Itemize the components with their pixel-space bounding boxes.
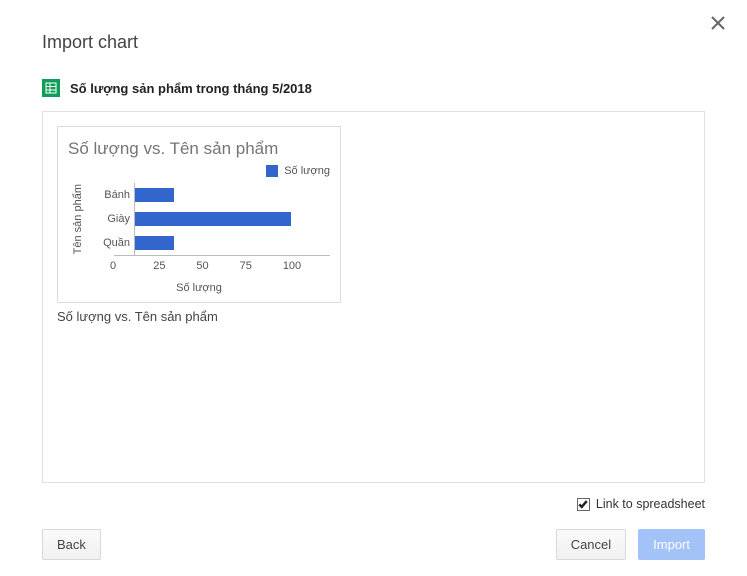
bar-category-label: Bánh (88, 189, 134, 201)
bar-fill (135, 188, 174, 202)
link-checkbox[interactable] (577, 498, 590, 511)
chart-legend: Số lượng (68, 165, 330, 177)
spreadsheet-header: Số lượng sản phẩm trong tháng 5/2018 (42, 79, 705, 97)
link-to-spreadsheet-row: Link to spreadsheet (42, 497, 705, 511)
bar-track (134, 207, 330, 231)
legend-swatch-icon (266, 165, 278, 177)
x-tick: 50 (196, 260, 243, 272)
bar-row: Giày (88, 207, 330, 231)
import-chart-dialog: Import chart Số lượng sản phẩm trong thá… (0, 0, 747, 576)
back-button[interactable]: Back (42, 529, 101, 560)
chart-preview-area: Số lượng vs. Tên sản phẩm Số lượng Tên s… (42, 111, 705, 483)
legend-label: Số lượng (284, 165, 330, 177)
bars-zone: Bánh Giày Quần (88, 183, 330, 255)
bar-fill (135, 236, 174, 250)
link-checkbox-label: Link to spreadsheet (596, 497, 705, 511)
close-icon[interactable] (711, 16, 725, 35)
bar-row: Bánh (88, 183, 330, 207)
import-button[interactable]: Import (638, 529, 705, 560)
x-tick: 75 (240, 260, 287, 272)
chart-title: Số lượng vs. Tên sản phẩm (68, 139, 330, 159)
x-tick: 100 (283, 260, 330, 272)
bar-category-label: Giày (88, 213, 134, 225)
x-tick: 0 (110, 260, 157, 272)
chart-plot: Tên sản phẩm Bánh Giày Quần (68, 183, 330, 255)
cancel-button[interactable]: Cancel (556, 529, 626, 560)
x-axis-label: Số lượng (68, 282, 330, 294)
bar-fill (135, 212, 291, 226)
sheets-icon (42, 79, 60, 97)
y-axis-label: Tên sản phẩm (68, 184, 88, 254)
bar-category-label: Quần (88, 237, 134, 249)
chart-caption: Số lượng vs. Tên sản phẩm (57, 309, 690, 324)
bar-track (134, 231, 330, 255)
x-tick: 25 (153, 260, 200, 272)
bar-row: Quần (88, 231, 330, 255)
chart-thumbnail[interactable]: Số lượng vs. Tên sản phẩm Số lượng Tên s… (57, 126, 341, 303)
bar-track (134, 183, 330, 207)
x-axis-ticks: 0255075100 (114, 255, 330, 272)
spreadsheet-name: Số lượng sản phẩm trong tháng 5/2018 (70, 81, 312, 96)
dialog-title: Import chart (42, 32, 705, 53)
dialog-buttons: Back Cancel Import (42, 529, 705, 560)
